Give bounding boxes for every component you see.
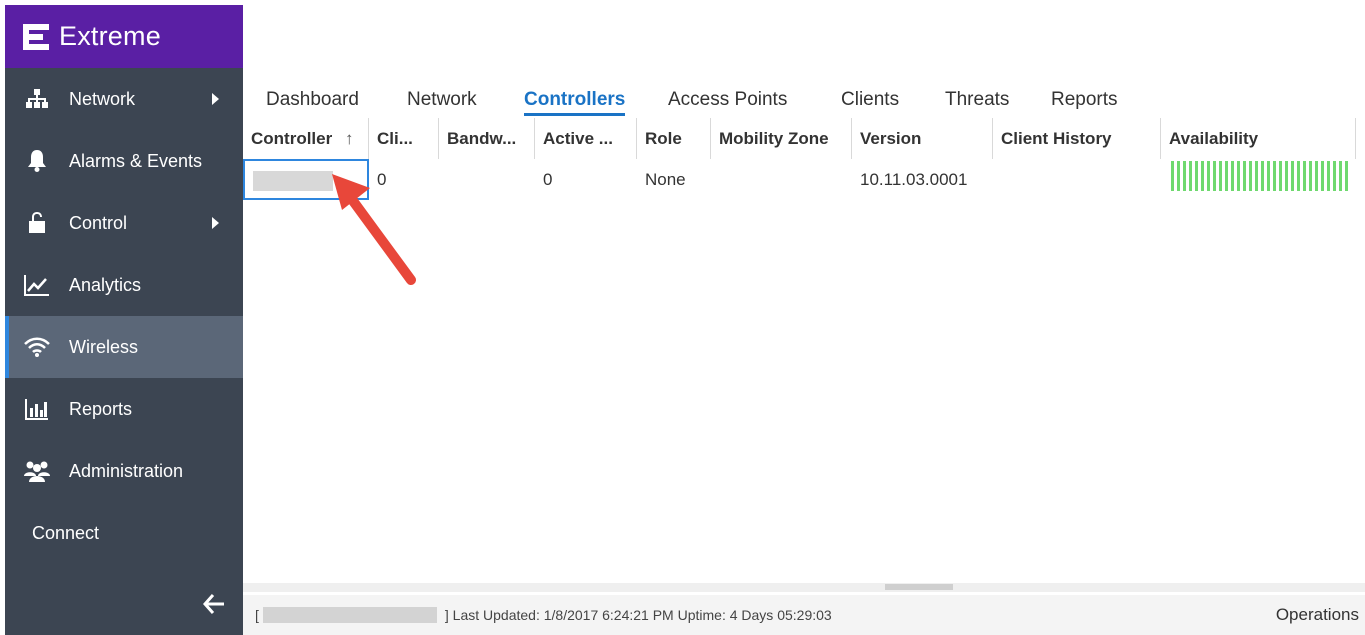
tab-dashboard[interactable]: Dashboard — [266, 86, 359, 116]
cell-bandwidth — [439, 159, 535, 200]
availability-bar — [1291, 161, 1294, 191]
availability-bar — [1339, 161, 1342, 191]
column-header-clients[interactable]: Cli... — [369, 118, 439, 159]
availability-bar — [1267, 161, 1270, 191]
sidebar-item-analytics[interactable]: Analytics — [5, 254, 243, 316]
sidebar-item-label: Network — [69, 88, 136, 109]
sidebar-item-control[interactable]: Control — [5, 192, 243, 254]
analytics-chart-icon — [23, 273, 51, 297]
availability-bar — [1333, 161, 1336, 191]
arrow-left-icon[interactable] — [202, 593, 225, 621]
availability-bar — [1321, 161, 1324, 191]
annotation-arrow-icon — [332, 174, 416, 285]
sort-ascending-icon: ↑ — [344, 129, 354, 148]
status-last-updated: ] Last Updated: 1/8/2017 6:24:21 PM Upti… — [444, 607, 832, 623]
scrollbar-thumb[interactable] — [885, 584, 953, 590]
column-header-bandwidth[interactable]: Bandw... — [439, 118, 535, 159]
column-header-version[interactable]: Version — [852, 118, 993, 159]
cell-client-history — [993, 159, 1161, 200]
availability-bar — [1279, 161, 1282, 191]
tab-threats[interactable]: Threats — [945, 86, 1009, 116]
sidebar-item-label: Wireless — [69, 336, 139, 357]
cell-version: 10.11.03.0001 — [860, 170, 968, 189]
redacted-controller-name — [253, 171, 333, 191]
availability-bar — [1261, 161, 1264, 191]
brand-name: Extreme — [59, 21, 161, 51]
tab-clients[interactable]: Clients — [841, 86, 899, 116]
availability-bar — [1213, 161, 1216, 191]
sidebar-item-label: Administration — [69, 460, 184, 481]
sidebar-item-network[interactable]: Network — [5, 68, 243, 130]
tab-access-points[interactable]: Access Points — [668, 86, 787, 116]
availability-bar — [1177, 161, 1180, 191]
sidebar-item-label: Analytics — [69, 274, 142, 295]
column-header-availability[interactable]: Availability — [1161, 118, 1356, 159]
availability-bar — [1195, 161, 1198, 191]
sidebar-item-label: Connect — [32, 522, 100, 543]
availability-bar — [1255, 161, 1258, 191]
caret-right-icon — [212, 93, 219, 105]
availability-bar — [1237, 161, 1240, 191]
availability-bar — [1231, 161, 1234, 191]
availability-bar — [1303, 161, 1306, 191]
bell-icon — [23, 149, 51, 173]
cell-role: None — [645, 170, 686, 189]
cell-availability — [1161, 159, 1356, 200]
brand-logo[interactable]: Extreme — [5, 5, 243, 68]
sidebar-item-administration[interactable]: Administration — [5, 440, 243, 502]
availability-bar — [1183, 161, 1186, 191]
sidebar-item-label: Control — [69, 212, 128, 233]
sidebar: Extreme Network Alarms & Events Control … — [5, 5, 243, 635]
redacted-server-name — [262, 607, 437, 623]
availability-bars — [1171, 161, 1348, 191]
sidebar-item-label: Alarms & Events — [69, 150, 203, 171]
availability-bar — [1207, 161, 1210, 191]
availability-bar — [1327, 161, 1330, 191]
network-icon — [23, 87, 51, 111]
extreme-logo-icon — [23, 23, 49, 50]
column-header-active[interactable]: Active ... — [535, 118, 637, 159]
wifi-icon — [23, 335, 51, 359]
column-header-role[interactable]: Role — [637, 118, 711, 159]
table-header: Controller ↑ Cli... Bandw... Active ... … — [243, 118, 1365, 159]
operations-link[interactable]: Operations — [1276, 605, 1359, 625]
column-header-mobility-zone[interactable]: Mobility Zone — [711, 118, 852, 159]
sidebar-item-connect[interactable]: Connect — [5, 502, 243, 564]
lock-icon — [23, 211, 51, 235]
sidebar-item-label: Reports — [69, 398, 133, 419]
users-icon — [23, 459, 51, 483]
availability-bar — [1273, 161, 1276, 191]
availability-bar — [1225, 161, 1228, 191]
availability-bar — [1315, 161, 1318, 191]
availability-bar — [1249, 161, 1252, 191]
cell-active: 0 — [543, 170, 553, 189]
cell-mobility-zone — [711, 159, 852, 200]
sidebar-item-alarms-events[interactable]: Alarms & Events — [5, 130, 243, 192]
availability-bar — [1345, 161, 1348, 191]
caret-right-icon — [212, 217, 219, 229]
availability-bar — [1297, 161, 1300, 191]
availability-bar — [1309, 161, 1312, 191]
column-header-client-history[interactable]: Client History — [993, 118, 1161, 159]
status-server-open: [ — [255, 607, 259, 623]
availability-bar — [1189, 161, 1192, 191]
tab-bar: Dashboard Network Controllers Access Poi… — [243, 86, 1365, 119]
sidebar-item-wireless[interactable]: Wireless — [5, 316, 243, 378]
availability-bar — [1285, 161, 1288, 191]
availability-bar — [1219, 161, 1222, 191]
availability-bar — [1201, 161, 1204, 191]
availability-bar — [1243, 161, 1246, 191]
sidebar-item-reports[interactable]: Reports — [5, 378, 243, 440]
availability-bar — [1171, 161, 1174, 191]
column-header-controller[interactable]: Controller ↑ — [243, 118, 369, 159]
tab-controllers[interactable]: Controllers — [524, 86, 626, 116]
status-bar: [ ] Last Updated: 1/8/2017 6:24:21 PM Up… — [243, 595, 1365, 635]
tab-reports[interactable]: Reports — [1051, 86, 1118, 116]
horizontal-scrollbar[interactable] — [243, 583, 1365, 592]
tab-network[interactable]: Network — [407, 86, 477, 116]
bar-chart-icon — [23, 397, 51, 421]
